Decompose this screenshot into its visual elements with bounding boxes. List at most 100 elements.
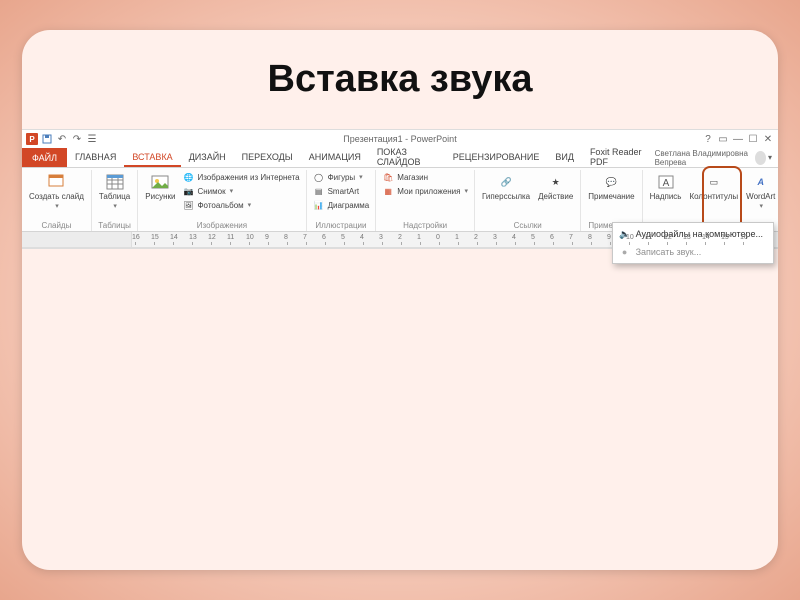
tab-foxit[interactable]: Foxit Reader PDF <box>582 148 655 167</box>
slide-title: Вставка звука <box>22 58 778 101</box>
ruler-number: 10 <box>626 234 634 241</box>
tab-insert[interactable]: ВСТАВКА <box>124 148 180 167</box>
shapes-button[interactable]: ◯ Фигуры ▾ <box>311 170 372 184</box>
avatar-icon <box>755 151 766 165</box>
ribbon-tabs: ФАЙЛ ГЛАВНАЯ ВСТАВКА ДИЗАЙН ПЕРЕХОДЫ АНИ… <box>22 148 778 168</box>
ruler-number: 7 <box>569 234 573 241</box>
ruler-number: 12 <box>208 234 216 241</box>
ruler-number: 11 <box>645 234 652 241</box>
ruler-number: 1 <box>455 234 459 241</box>
tab-slideshow[interactable]: ПОКАЗ СЛАЙДОВ <box>369 148 445 167</box>
ruler-gutter <box>22 232 132 247</box>
wordart-button[interactable]: A WordArt ▾ <box>743 170 778 210</box>
ruler-track: 1615141312111098765432101234567891011121… <box>132 232 778 247</box>
ruler-number: 0 <box>436 234 440 241</box>
ruler-number: 12 <box>664 234 672 241</box>
comment-button[interactable]: 💬 Примечание <box>585 170 637 201</box>
wordart-icon: A <box>751 172 771 192</box>
new-slide-icon <box>46 172 66 192</box>
ruler-number: 15 <box>151 234 159 241</box>
pictures-button[interactable]: Рисунки <box>142 170 178 201</box>
powerpoint-window: P ↶ ↷ ☰ Презентация1 - PowerPoint ? ▭ — … <box>22 129 778 249</box>
ruler-number: 3 <box>379 234 383 241</box>
action-button[interactable]: ★ Действие <box>535 170 576 201</box>
apps-icon: ▦ <box>382 185 394 197</box>
online-pictures-button[interactable]: 🌐 Изображения из Интернета <box>180 170 301 184</box>
ruler-number: 14 <box>170 234 178 241</box>
store-icon: 🛍 <box>382 171 394 183</box>
ruler-number: 5 <box>341 234 345 241</box>
ruler-number: 7 <box>303 234 307 241</box>
ruler-number: 15 <box>721 234 729 241</box>
ruler-number: 11 <box>227 234 234 241</box>
ruler-number: 3 <box>493 234 497 241</box>
ruler-number: 13 <box>683 234 691 241</box>
table-button[interactable]: Таблица ▾ <box>96 170 133 210</box>
tab-file[interactable]: ФАЙЛ <box>22 148 67 167</box>
ruler-number: 16 <box>740 234 748 241</box>
ruler-number: 5 <box>531 234 535 241</box>
ruler-number: 4 <box>512 234 516 241</box>
group-tables: Таблица ▾ Таблицы <box>92 170 138 231</box>
chevron-down-icon: ▾ <box>464 187 468 195</box>
account-area[interactable]: Светлана Владимировна Вепрева ▾ <box>655 148 778 167</box>
chevron-down-icon: ▾ <box>248 201 252 209</box>
tab-home[interactable]: ГЛАВНАЯ <box>67 148 124 167</box>
action-icon: ★ <box>546 172 566 192</box>
svg-text:A: A <box>662 178 669 189</box>
hyperlink-button[interactable]: 🔗 Гиперссылка <box>479 170 533 201</box>
chart-icon: 📊 <box>313 199 325 211</box>
screenshot-icon: 📷 <box>182 185 194 197</box>
photo-album-button[interactable]: 🖼 Фотоальбом ▾ <box>180 198 301 212</box>
horizontal-ruler: 1615141312111098765432101234567891011121… <box>22 232 778 248</box>
smartart-icon: ▤ <box>313 185 325 197</box>
picture-icon <box>150 172 170 192</box>
ruler-number: 16 <box>132 234 140 241</box>
ruler-number: 2 <box>474 234 478 241</box>
tab-design[interactable]: ДИЗАЙН <box>181 148 234 167</box>
my-apps-button[interactable]: ▦ Мои приложения ▾ <box>380 184 470 198</box>
ruler-number: 1 <box>417 234 421 241</box>
ruler-number: 4 <box>360 234 364 241</box>
store-button[interactable]: 🛍 Магазин <box>380 170 470 184</box>
group-label: Слайды <box>26 221 87 231</box>
window-title: Презентация1 - PowerPoint <box>22 134 778 144</box>
ruler-number: 13 <box>189 234 197 241</box>
tab-view[interactable]: ВИД <box>547 148 582 167</box>
ribbon-insert: Создать слайд ▾ Слайды Таблица ▾ <box>22 168 778 232</box>
group-label: Таблицы <box>96 221 133 231</box>
group-label: Ссылки <box>479 221 576 231</box>
group-slides: Создать слайд ▾ Слайды <box>22 170 92 231</box>
ruler-number: 8 <box>588 234 592 241</box>
ruler-number: 6 <box>550 234 554 241</box>
album-icon: 🖼 <box>182 199 194 211</box>
group-label: Надстройки <box>380 221 470 231</box>
group-images: Рисунки 🌐 Изображения из Интернета 📷 Сни… <box>138 170 306 231</box>
tab-animation[interactable]: АНИМАЦИЯ <box>301 148 369 167</box>
group-illustrations: ◯ Фигуры ▾ ▤ SmartArt 📊 Диаграмма <box>307 170 377 231</box>
comment-icon: 💬 <box>601 172 621 192</box>
ruler-number: 6 <box>322 234 326 241</box>
textbox-button[interactable]: A Надпись <box>647 170 685 201</box>
ruler-number: 8 <box>284 234 288 241</box>
screenshot-button[interactable]: 📷 Снимок ▾ <box>180 184 301 198</box>
header-footer-button[interactable]: ▭ Колонтитулы <box>686 170 741 201</box>
shapes-icon: ◯ <box>313 171 325 183</box>
chart-button[interactable]: 📊 Диаграмма <box>311 198 372 212</box>
new-slide-button[interactable]: Создать слайд ▾ <box>26 170 87 210</box>
group-label: Иллюстрации <box>311 221 372 231</box>
chevron-down-icon: ▾ <box>359 173 363 181</box>
user-name: Светлана Владимировна Вепрева <box>655 149 754 167</box>
ruler-number: 9 <box>607 234 611 241</box>
textbox-icon: A <box>656 172 676 192</box>
record-icon: ● <box>619 246 631 258</box>
table-icon <box>105 172 125 192</box>
tab-review[interactable]: РЕЦЕНЗИРОВАНИЕ <box>445 148 548 167</box>
tab-transitions[interactable]: ПЕРЕХОДЫ <box>234 148 301 167</box>
chevron-down-icon: ▾ <box>760 202 764 210</box>
chevron-down-icon: ▾ <box>768 153 772 162</box>
presentation-slide: Вставка звука P ↶ ↷ ☰ Презентация1 - Pow… <box>22 30 778 570</box>
ruler-number: 2 <box>398 234 402 241</box>
chevron-down-icon: ▾ <box>113 202 117 210</box>
smartart-button[interactable]: ▤ SmartArt <box>311 184 372 198</box>
